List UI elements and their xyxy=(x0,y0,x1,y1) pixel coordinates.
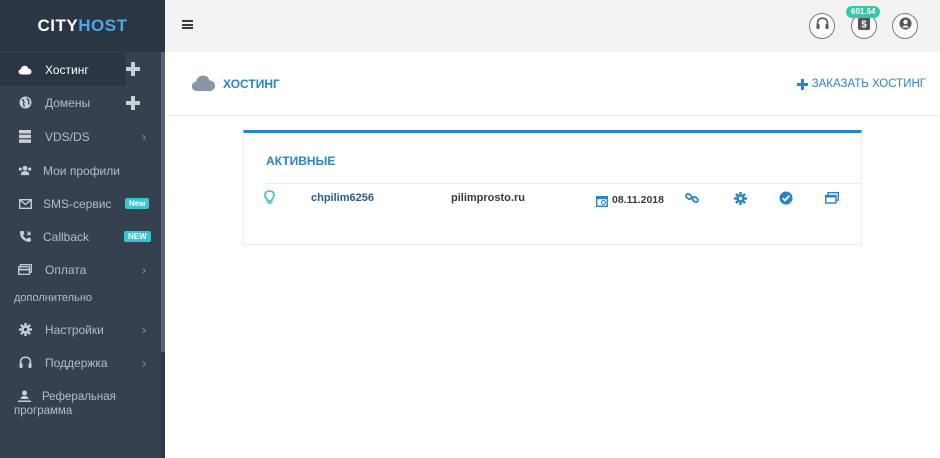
sidebar-item-profiles[interactable]: Мои профили xyxy=(0,154,161,187)
page-title-bar: ХОСТИНГ ЗАКАЗАТЬ ХОСТИНГ xyxy=(165,52,940,116)
sidebar-item-label: Оплата xyxy=(45,262,87,277)
window-icon[interactable] xyxy=(825,191,839,205)
order-hosting-button[interactable]: ЗАКАЗАТЬ ХОСТИНГ xyxy=(796,78,926,90)
sidebar-item-payment[interactable]: Оплата › xyxy=(0,253,161,286)
card-title: АКТИВНЫЕ xyxy=(266,154,336,168)
gear-icon[interactable] xyxy=(733,191,747,205)
plus-icon xyxy=(796,78,808,90)
expiry-date: 08.11.2018 xyxy=(612,194,664,206)
sidebar-item-label: SMS-сервис xyxy=(43,196,112,211)
page-title: ХОСТИНГ xyxy=(223,77,280,91)
sidebar-item-label: Мои профили xyxy=(43,163,120,178)
globe-icon xyxy=(18,96,32,110)
sidebar-item-hosting[interactable]: Хостинг xyxy=(0,53,126,86)
link-icon[interactable] xyxy=(685,191,699,205)
chevron-right-icon: › xyxy=(142,262,146,277)
logo-text-city: CITY xyxy=(37,16,79,35)
users-icon xyxy=(18,164,32,178)
hamburger-icon[interactable] xyxy=(182,20,193,29)
logo[interactable]: CITY HOST xyxy=(0,0,165,52)
svg-text:$: $ xyxy=(861,19,867,30)
add-hosting-button[interactable] xyxy=(126,62,140,76)
chevron-right-icon: › xyxy=(142,322,146,337)
sidebar-item-label: Настройки xyxy=(45,322,104,337)
sidebar: CITY HOST Хостинг Домены VDS/DS › Мои про… xyxy=(0,0,165,458)
sidebar-item-label: Домены xyxy=(45,95,91,110)
calendar-icon xyxy=(595,194,609,212)
add-domain-button[interactable] xyxy=(126,96,140,110)
server-icon xyxy=(18,130,32,144)
sidebar-item-label: Хостинг xyxy=(45,62,89,77)
sidebar-section-heading: дополнительно xyxy=(14,292,93,304)
profile-button[interactable] xyxy=(892,13,918,39)
account-login-link[interactable]: chpilim6256 xyxy=(311,192,374,204)
lightbulb-icon xyxy=(264,190,275,210)
new-badge: NEW xyxy=(124,231,151,242)
order-hosting-label: ЗАКАЗАТЬ ХОСТИНГ xyxy=(811,78,926,90)
card-divider xyxy=(266,183,861,184)
sidebar-item-label: VDS/DS xyxy=(45,129,90,144)
sidebar-item-referral[interactable]: Реферальная программа xyxy=(14,390,116,418)
headset-icon xyxy=(816,17,829,35)
balance-badge: 601.64 xyxy=(846,6,881,18)
sidebar-item-vds[interactable]: VDS/DS › xyxy=(0,120,161,153)
sidebar-item-label: Поддержка xyxy=(45,355,108,370)
dollar-icon: $ xyxy=(858,17,870,35)
sidebar-item-settings[interactable]: Настройки › xyxy=(0,313,161,346)
user-icon xyxy=(899,17,912,35)
top-header: $ 601.64 xyxy=(165,0,940,52)
person-icon xyxy=(18,390,31,407)
check-circle-icon[interactable] xyxy=(779,191,793,205)
active-hosting-card: АКТИВНЫЕ chpilim6256 pilimprosto.ru 08.1… xyxy=(243,130,862,245)
new-badge: New xyxy=(125,198,150,209)
support-button[interactable] xyxy=(809,13,835,39)
sidebar-item-label: Callback xyxy=(43,229,90,244)
sidebar-item-sms[interactable]: SMS-сервис New xyxy=(0,187,161,220)
headset-icon xyxy=(18,356,32,370)
cloud-icon xyxy=(18,63,32,77)
chevron-right-icon: › xyxy=(142,129,146,144)
chevron-right-icon: › xyxy=(142,355,146,370)
envelope-icon xyxy=(18,197,32,211)
credit-card-icon xyxy=(18,263,32,277)
domain-name: pilimprosto.ru xyxy=(451,192,525,204)
cloud-icon xyxy=(191,74,216,97)
gear-icon xyxy=(18,323,32,337)
sidebar-item-support[interactable]: Поддержка › xyxy=(0,346,161,379)
logo-text-host: HOST xyxy=(78,16,128,35)
sidebar-item-callback[interactable]: Callback NEW xyxy=(0,220,161,253)
phone-icon xyxy=(18,230,32,244)
